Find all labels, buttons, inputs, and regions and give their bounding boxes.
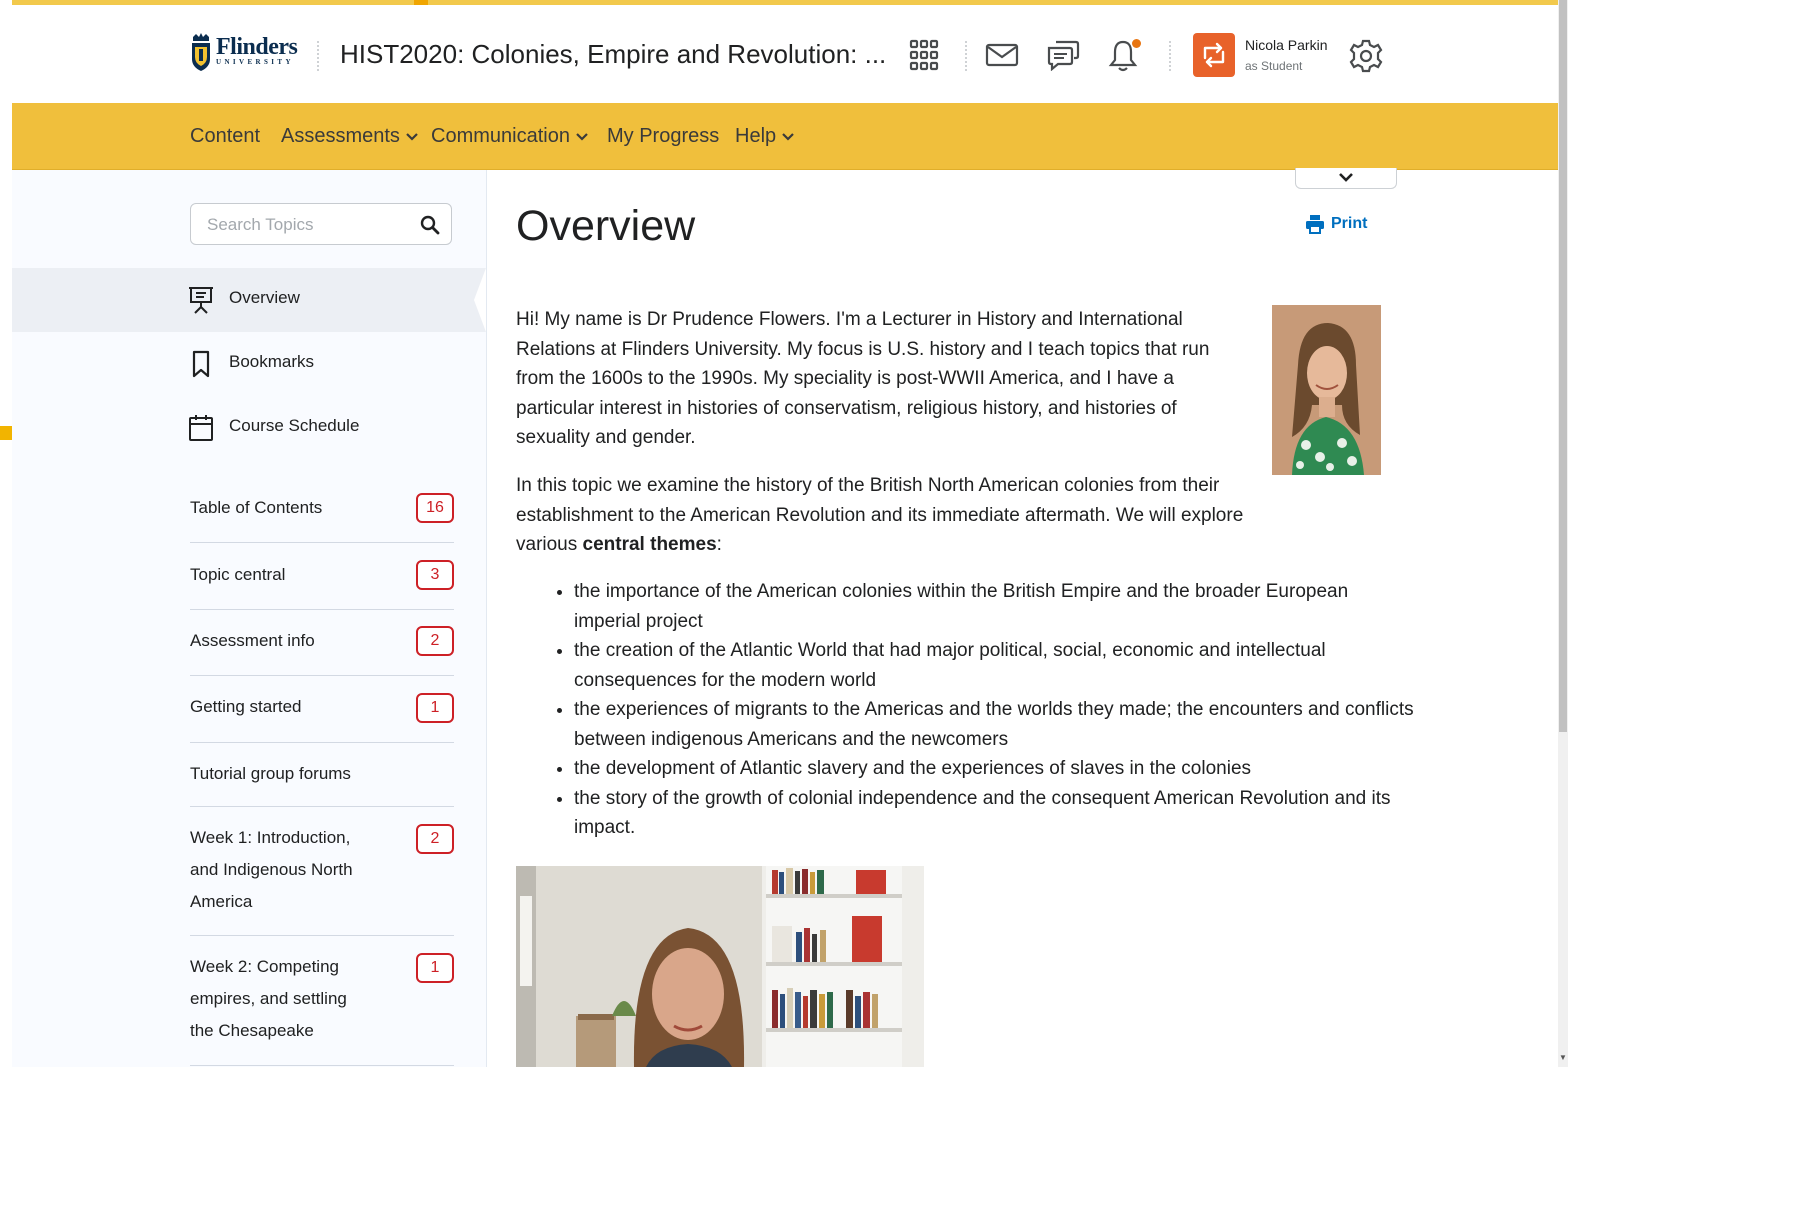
course-navbar: Content Assessments Communication My Pro…: [12, 103, 1558, 170]
scroll-down-arrow-icon[interactable]: ▼: [1559, 1053, 1567, 1063]
unread-count-badge: 1: [416, 693, 454, 723]
toc-item-tutorial-group-forums[interactable]: Tutorial group forums: [190, 743, 454, 807]
nav-assessments-label: Assessments: [281, 125, 400, 147]
printer-icon: [1306, 215, 1324, 234]
search-icon[interactable]: [419, 214, 441, 236]
header-divider: [965, 41, 967, 71]
unread-count-badge: 3: [416, 560, 454, 590]
nav-content[interactable]: Content: [190, 125, 260, 148]
list-item: the development of Atlantic slavery and …: [574, 754, 1414, 784]
list-item: the story of the growth of colonial inde…: [574, 784, 1414, 843]
crest-icon: [192, 33, 210, 71]
sidebar-item-bookmarks[interactable]: Bookmarks: [12, 332, 486, 396]
search-topics-input[interactable]: [205, 214, 409, 236]
toc-item-label: Tutorial group forums: [190, 764, 351, 783]
vertical-scrollbar[interactable]: ▼: [1558, 0, 1568, 1067]
course-title[interactable]: HIST2020: Colonies, Empire and Revolutio…: [340, 39, 886, 70]
chevron-down-icon: [1339, 173, 1353, 182]
scrollbar-thumb[interactable]: [1559, 0, 1567, 732]
nav-communication[interactable]: Communication: [431, 125, 588, 148]
toc-item-label: Topic central: [190, 565, 286, 584]
toc-item-label: Assessment info: [190, 631, 315, 650]
settings-gear-icon[interactable]: [1349, 39, 1383, 73]
user-role: as Student: [1245, 59, 1303, 73]
sidebar-item-overview[interactable]: Overview: [12, 268, 486, 332]
central-themes-emphasis: central themes: [582, 534, 717, 555]
sidebar-item-label: Course Schedule: [229, 416, 360, 435]
nav-assessments[interactable]: Assessments: [281, 125, 418, 148]
logo-subtitle: UNIVERSITY: [216, 58, 294, 66]
unread-count-badge: 16: [416, 493, 454, 523]
sidebar-item-label: Bookmarks: [229, 352, 315, 371]
user-name[interactable]: Nicola Parkin: [1245, 37, 1327, 53]
chevron-down-icon: [576, 132, 588, 141]
toc-item-week-2[interactable]: Week 2: Competing empires, and settling …: [190, 936, 454, 1066]
left-gutter: [0, 0, 12, 1067]
toc-item-label: Getting started: [190, 697, 302, 716]
toc-item-label: Table of Contents: [190, 498, 323, 517]
nav-help-label: Help: [735, 125, 777, 147]
header-divider: [317, 41, 319, 71]
presentation-icon: [189, 287, 213, 314]
print-button[interactable]: Print: [1305, 214, 1367, 234]
nav-communication-label: Communication: [431, 125, 570, 147]
toc-item-assessment-info[interactable]: Assessment info 2: [190, 610, 454, 676]
unread-count-badge: 2: [416, 824, 454, 854]
nav-my-progress-label: My Progress: [607, 125, 720, 147]
toc-item-getting-started[interactable]: Getting started 1: [190, 676, 454, 743]
topic-text-end: :: [716, 534, 722, 555]
logo-name: Flinders: [216, 34, 298, 60]
university-logo[interactable]: Flinders UNIVERSITY: [190, 33, 298, 73]
list-item: the importance of the American colonies …: [574, 577, 1414, 636]
toc-item-label: Week 2: Competing empires, and settling …: [190, 957, 347, 1040]
nav-my-progress[interactable]: My Progress: [607, 125, 719, 148]
mail-icon[interactable]: [985, 43, 1019, 67]
nav-help[interactable]: Help: [735, 125, 794, 148]
sidebar-item-course-schedule[interactable]: Course Schedule: [12, 396, 486, 460]
sidebar-item-label: Overview: [229, 288, 300, 307]
toc-item-table-of-contents[interactable]: Table of Contents 16: [190, 476, 454, 543]
left-edge-marker: [0, 426, 12, 440]
intro-video[interactable]: [516, 866, 924, 1067]
list-item: the experiences of migrants to the Ameri…: [574, 695, 1414, 754]
header-divider: [1169, 41, 1171, 71]
nav-content-label: Content: [190, 125, 261, 147]
lecturer-portrait: [1272, 305, 1381, 475]
list-item: the creation of the Atlantic World that …: [574, 636, 1414, 695]
chevron-down-icon: [782, 132, 794, 141]
page-title: Overview: [516, 202, 696, 250]
topic-paragraph: In this topic we examine the history of …: [516, 471, 1286, 560]
notification-dot: [1132, 39, 1141, 48]
unread-count-badge: 1: [416, 953, 454, 983]
toc-item-topic-central[interactable]: Topic central 3: [190, 543, 454, 610]
toc-item-week-1[interactable]: Week 1: Introduction, and Indigenous Nor…: [190, 807, 454, 936]
themes-list: the importance of the American colonies …: [545, 577, 1414, 843]
role-switch-icon[interactable]: [1193, 33, 1235, 77]
print-label: Print: [1331, 215, 1368, 232]
active-item-notch: [474, 268, 486, 332]
chat-icon[interactable]: [1046, 39, 1080, 71]
main-content: Overview Print Hi! My name is Dr Prudenc…: [487, 168, 1548, 1067]
header: Flinders UNIVERSITY HIST2020: Colonies, …: [12, 5, 1558, 103]
chevron-down-icon: [406, 132, 418, 141]
content-sidebar: Overview Bookmarks Course Schedule Table…: [12, 170, 487, 1067]
search-topics-box: [190, 203, 452, 245]
intro-paragraph: Hi! My name is Dr Prudence Flowers. I'm …: [516, 309, 1210, 448]
calendar-icon: [189, 415, 213, 441]
collapse-toggle[interactable]: [1295, 168, 1397, 189]
unread-count-badge: 2: [416, 626, 454, 656]
bookmark-icon: [192, 350, 210, 378]
toc-item-label: Week 1: Introduction, and Indigenous Nor…: [190, 828, 353, 911]
apps-grid-icon[interactable]: [909, 39, 939, 71]
